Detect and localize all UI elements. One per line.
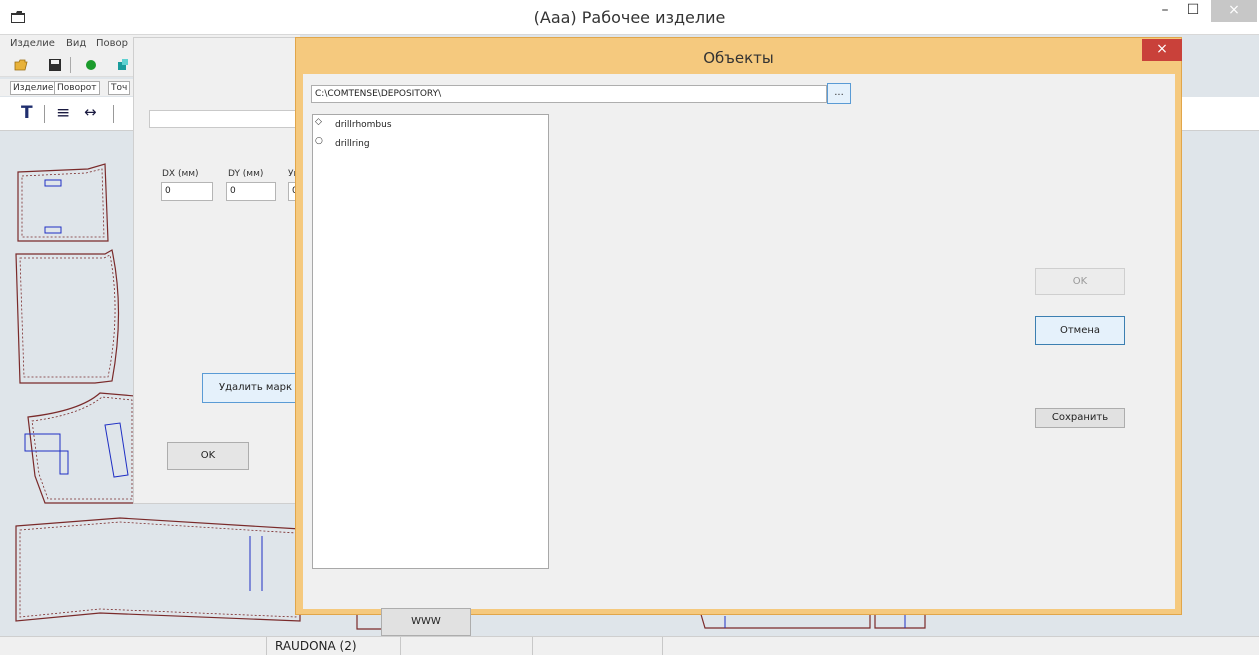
- menu-item-view[interactable]: Вид: [66, 38, 86, 49]
- ok-button[interactable]: OK: [1035, 268, 1125, 295]
- text-tool-icon[interactable]: T: [21, 103, 33, 123]
- rhombus-icon: ◇: [315, 117, 322, 127]
- dx-label: DX (мм): [162, 169, 199, 179]
- list-item-label: drillring: [335, 139, 370, 149]
- toolbar-separator: [113, 105, 114, 123]
- pattern-seam-sleeve: [19, 521, 297, 618]
- marker-rect-2: [44, 226, 62, 234]
- delete-marker-button[interactable]: Удалить марк: [202, 373, 309, 403]
- browse-button[interactable]: ...: [827, 83, 851, 104]
- close-window-button[interactable]: ×: [1211, 0, 1257, 22]
- ring-icon: ○: [315, 136, 323, 146]
- minimize-button[interactable]: –: [1152, 0, 1178, 22]
- menu-item-product[interactable]: Изделие: [10, 38, 55, 49]
- tab-rotate[interactable]: Поворот: [54, 81, 100, 95]
- menu-item-rotate[interactable]: Повор: [96, 38, 128, 49]
- align-tool-icon[interactable]: ≡: [56, 103, 70, 123]
- window-title: (Aaa) Рабочее изделие: [533, 8, 726, 27]
- transform-ok-button[interactable]: OK: [167, 442, 249, 470]
- width-tool-icon[interactable]: ↔: [84, 103, 97, 121]
- www-button[interactable]: WWW: [381, 608, 471, 636]
- open-folder-icon[interactable]: [14, 58, 28, 72]
- marker-rect-4: [59, 450, 69, 475]
- list-item-label: drillrhombus: [335, 120, 392, 130]
- path-input[interactable]: C:\COMTENSE\DEPOSITORY\: [311, 85, 827, 103]
- dx-input[interactable]: 0: [161, 182, 213, 201]
- marker-quad: [104, 422, 129, 478]
- pattern-piece-sleeve: [15, 517, 301, 622]
- dy-input[interactable]: 0: [226, 182, 276, 201]
- objects-dialog-close-button[interactable]: ×: [1142, 39, 1182, 61]
- save-disk-icon[interactable]: [48, 58, 62, 72]
- status-separator: [266, 637, 267, 655]
- transform-name-field[interactable]: [149, 110, 309, 128]
- toolbar-separator: [70, 57, 71, 73]
- save-button[interactable]: Сохранить: [1035, 408, 1125, 428]
- object-file-list[interactable]: ◇ drillrhombus ○ drillring: [312, 114, 549, 569]
- pattern-piece-back: [27, 392, 136, 504]
- title-bar: (Aaa) Рабочее изделие – ☐ ×: [0, 0, 1259, 35]
- toolbar-separator: [44, 105, 45, 123]
- status-separator: [662, 637, 663, 655]
- tab-points[interactable]: Точ: [108, 81, 131, 95]
- transform-dialog: DX (мм) DY (мм) Уг 0 0 0 Удалить марк OK: [133, 37, 309, 504]
- tab-product[interactable]: Изделие: [10, 81, 57, 95]
- status-separator: [532, 637, 533, 655]
- status-bar: RAUDONA (2): [0, 636, 1259, 655]
- pattern-seam-front: [19, 254, 116, 378]
- status-separator: [400, 637, 401, 655]
- dy-label: DY (мм): [228, 169, 264, 179]
- list-item[interactable]: ◇ drillrhombus: [315, 117, 545, 131]
- teal-shape-icon[interactable]: [116, 58, 130, 72]
- maximize-button[interactable]: ☐: [1180, 0, 1206, 22]
- pattern-piece-front: [15, 249, 120, 384]
- cancel-button[interactable]: Отмена: [1035, 316, 1125, 345]
- list-item[interactable]: ○ drillring: [315, 136, 545, 150]
- pattern-seam-back: [31, 396, 133, 500]
- marker-rect-1: [44, 179, 62, 187]
- pattern-seam-small: [21, 168, 105, 238]
- status-layout-name: RAUDONA (2): [275, 639, 357, 653]
- green-dot-icon[interactable]: [84, 58, 98, 72]
- objects-dialog: Объекты × C:\COMTENSE\DEPOSITORY\ ... ◇ …: [295, 37, 1182, 636]
- objects-dialog-title: Объекты: [703, 49, 774, 67]
- objects-dialog-body: C:\COMTENSE\DEPOSITORY\ ... ◇ drillrhomb…: [303, 74, 1175, 636]
